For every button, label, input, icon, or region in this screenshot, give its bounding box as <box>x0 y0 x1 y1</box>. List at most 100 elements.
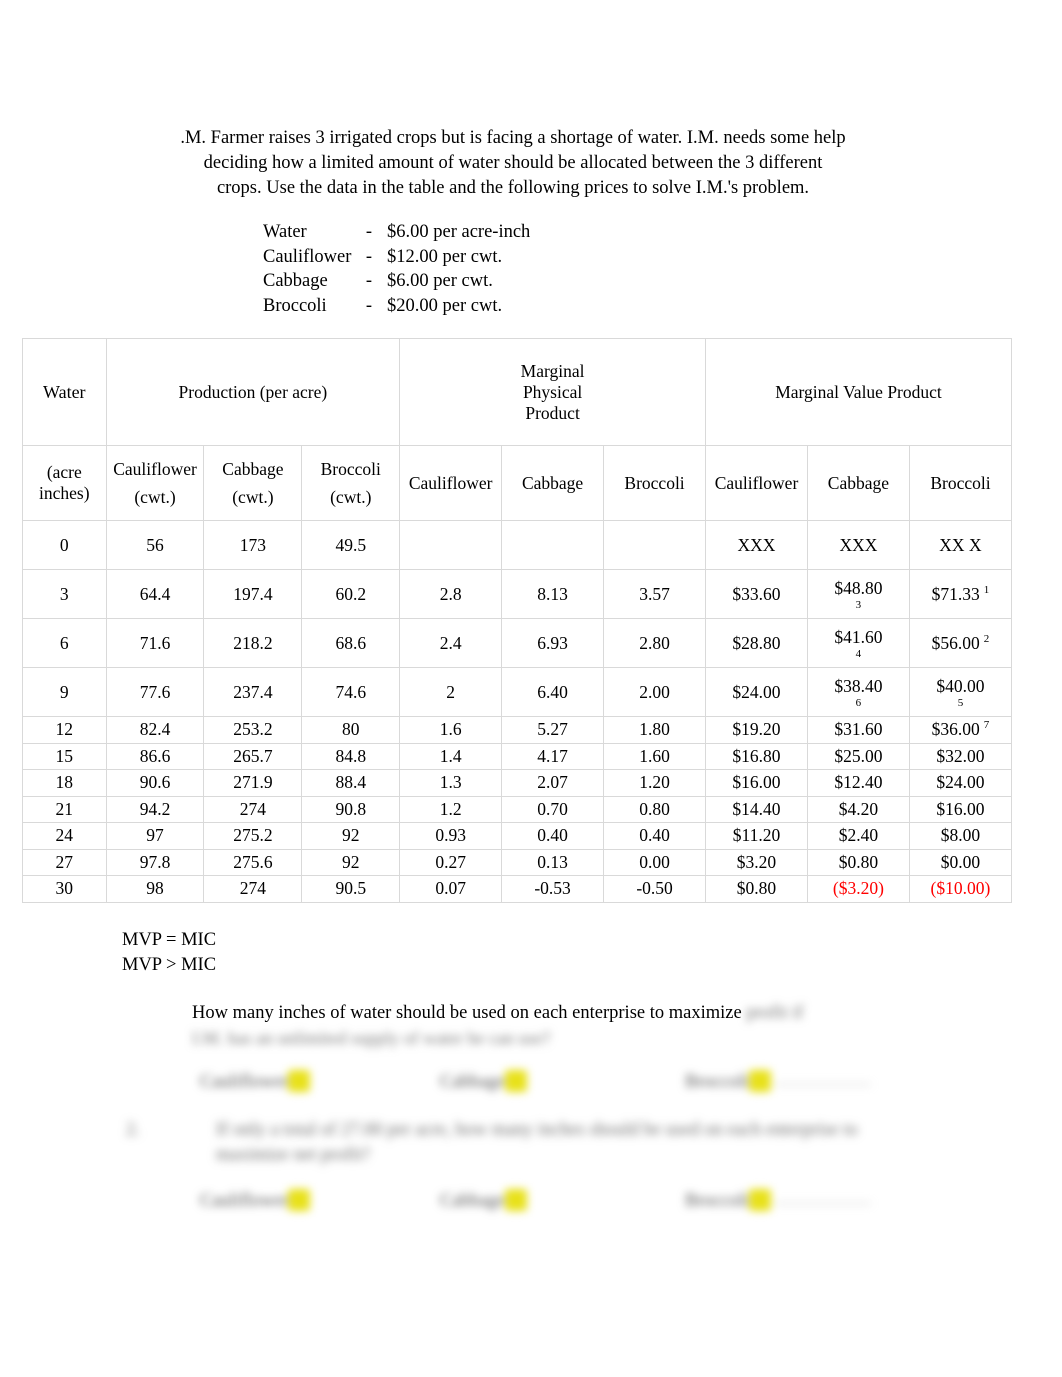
cell-prod-broccoli-value: 68.6 <box>335 632 367 653</box>
cell-prod-cabbage-value: 253.2 <box>233 719 273 740</box>
price-table: Water - $6.00 per acre-inch Cauliflower - $12… <box>263 220 530 318</box>
cell-mvp-cauliflower: $16.00 <box>705 769 808 797</box>
cell-mvp-cabbage-value: XXX <box>839 534 878 555</box>
cell-prod-broccoli-value: 80 <box>342 719 360 740</box>
mvp-notes: MVP = MIC MVP > MIC <box>122 928 216 978</box>
cell-water-value: 3 <box>59 583 69 604</box>
header-water: Water <box>22 338 107 446</box>
cell-water: 18 <box>22 769 107 797</box>
cell-mvp-broccoli: XX X <box>908 520 1013 570</box>
cell-prod-broccoli: 92 <box>301 848 401 876</box>
cell-prod-cauliflower: 56 <box>105 520 205 570</box>
cell-mpp-cabbage-value: 6.93 <box>537 632 568 653</box>
cell-mpp-cabbage: 0.40 <box>501 822 605 850</box>
cell-mvp-broccoli: $36.00 7 <box>908 716 1013 744</box>
question-2-redacted-body: If only a total of 27.00 per acre, how m… <box>216 1118 926 1168</box>
cell-mvp-cabbage-value: $38.40 <box>834 675 883 696</box>
answer-broccoli-2[interactable]: Broccoli <box>685 1189 871 1212</box>
answer-cauliflower-2[interactable]: Cauliflower <box>200 1189 311 1212</box>
header-mpp-broccoli: Broccoli <box>603 445 707 521</box>
header-marginal-physical-product: Marginal Physical Product <box>399 338 707 446</box>
price-dash: - <box>365 271 373 292</box>
cell-mvp-broccoli: $71.33 1 <box>908 569 1013 619</box>
cell-prod-cauliflower-value: 98 <box>146 878 164 899</box>
answer-broccoli-2-label: Broccoli <box>685 1191 749 1211</box>
cell-mpp-broccoli <box>603 520 707 570</box>
table-row: 18 90.6 271.9 88.4 1.3 2.07 1.20 $16.00 $12.40 $2… <box>22 769 1013 797</box>
price-row: Cauliflower - $12.00 per cwt. <box>263 245 530 270</box>
price-list: Water - $6.00 per acre-inch Cauliflower - $12… <box>263 220 530 318</box>
answer-broccoli-1[interactable]: Broccoli <box>685 1070 871 1093</box>
cell-mpp-cabbage: -0.53 <box>501 875 605 903</box>
cell-prod-cabbage-value: 275.2 <box>233 825 273 846</box>
cell-mvp-cauliflower: $14.40 <box>705 795 808 823</box>
header-marginal-value-product: Marginal Value Product <box>705 338 1012 446</box>
cell-mvp-cauliflower-value: $0.80 <box>736 878 777 899</box>
cell-mpp-broccoli: 1.20 <box>603 769 707 797</box>
cell-prod-cabbage: 274 <box>203 875 303 903</box>
data-table-wrapper: Water Production (per acre) Marginal Phy… <box>22 338 1013 903</box>
cell-mvp-cabbage-value: $25.00 <box>834 745 883 766</box>
cell-mpp-cauliflower: 1.6 <box>399 716 503 744</box>
header-mpp-cauliflower: Cauliflower <box>399 445 503 521</box>
cell-mvp-broccoli-value: $71.33 <box>931 583 980 604</box>
cell-mvp-broccoli-value: $56.00 <box>931 632 980 653</box>
table-row: 30 98 274 90.5 0.07 -0.53 -0.50 $0.80 ($3.20) ($1… <box>22 875 1013 903</box>
cell-mpp-broccoli-value: 0.40 <box>639 825 670 846</box>
table-header-row-groups: Water Production (per acre) Marginal Phy… <box>22 338 1012 446</box>
header-prod-broccoli: Broccoli (cwt.) <box>301 445 401 521</box>
cell-water-value: 9 <box>59 681 69 702</box>
intro-line-1: .M. Farmer raises 3 irrigated crops but … <box>180 128 846 148</box>
answer-cabbage-2[interactable]: Cabbage <box>440 1189 527 1212</box>
cell-water-value: 27 <box>55 851 74 872</box>
cell-prod-cauliflower-value: 77.6 <box>139 681 171 702</box>
header-mvp-cauliflower: Cauliflower <box>705 445 808 521</box>
cell-mpp-broccoli: 0.40 <box>603 822 707 850</box>
cell-prod-cabbage-value: 197.4 <box>233 583 273 604</box>
question-1-redacted-tail: profit if <box>746 1003 804 1023</box>
cell-prod-cauliflower: 64.4 <box>105 569 205 619</box>
cell-prod-broccoli: 84.8 <box>301 742 401 770</box>
cell-mvp-cauliflower: $24.00 <box>705 667 808 717</box>
cell-prod-cabbage-value: 271.9 <box>233 772 273 793</box>
price-dash: - <box>365 222 373 242</box>
cell-water-value: 21 <box>55 798 74 819</box>
answer-cabbage-1[interactable]: Cabbage <box>440 1070 527 1093</box>
cell-mvp-broccoli: ($10.00) <box>908 875 1013 903</box>
prod-cabbage-unit: (cwt.) <box>232 486 274 507</box>
cell-mvp-cauliflower-value: $3.20 <box>736 851 777 872</box>
cell-mvp-cabbage: $0.80 <box>806 848 910 876</box>
question-1-text: How many inches of water should be used … <box>192 1003 742 1023</box>
cell-mpp-cabbage-value: 8.13 <box>537 583 568 604</box>
cell-mpp-broccoli: 0.80 <box>603 795 707 823</box>
table-row: 0 56 173 49.5 XXX XXX XX X <box>22 520 1013 570</box>
rank-superscript: 4 <box>855 647 862 660</box>
cell-water: 27 <box>22 848 107 876</box>
cell-water-value: 30 <box>55 878 74 899</box>
cell-water-value: 24 <box>55 825 74 846</box>
cell-prod-cabbage-value: 274 <box>239 878 266 899</box>
cell-mpp-broccoli-value: 2.80 <box>639 632 670 653</box>
cell-prod-cabbage: 275.2 <box>203 822 303 850</box>
cell-mvp-cabbage: $31.60 <box>806 716 910 744</box>
rank-superscript: 2 <box>983 632 990 645</box>
cell-mpp-cauliflower-value: 1.6 <box>439 719 462 740</box>
price-value: $20.00 per cwt. <box>387 295 503 316</box>
cell-prod-broccoli-value: 90.5 <box>335 878 367 899</box>
cell-mpp-cauliflower: 2.4 <box>399 618 503 668</box>
answer-cabbage-2-label: Cabbage <box>440 1191 505 1211</box>
table-row: 3 64.4 197.4 60.2 2.8 8.13 3.57 $33.60 $48.80 3 $7… <box>22 569 1013 619</box>
cell-mvp-cauliflower: $16.80 <box>705 742 808 770</box>
prod-cauliflower-label: Cauliflower <box>113 458 197 479</box>
question-2: 2. If only a total of 27.00 per acre, ho… <box>126 1118 926 1168</box>
cell-mvp-broccoli-value: $32.00 <box>936 745 985 766</box>
mvp-greater-line: MVP > MIC <box>122 955 217 975</box>
cell-mvp-cauliflower-value: $28.80 <box>732 632 781 653</box>
answer-cauliflower-1-label: Cauliflower <box>200 1072 289 1092</box>
cell-mpp-cauliflower-value: 0.93 <box>435 825 466 846</box>
cell-prod-cauliflower: 97 <box>105 822 205 850</box>
cell-prod-cabbage-value: 218.2 <box>233 632 273 653</box>
cell-mpp-broccoli-value: 0.00 <box>639 851 670 872</box>
answer-cauliflower-1[interactable]: Cauliflower <box>200 1070 311 1093</box>
